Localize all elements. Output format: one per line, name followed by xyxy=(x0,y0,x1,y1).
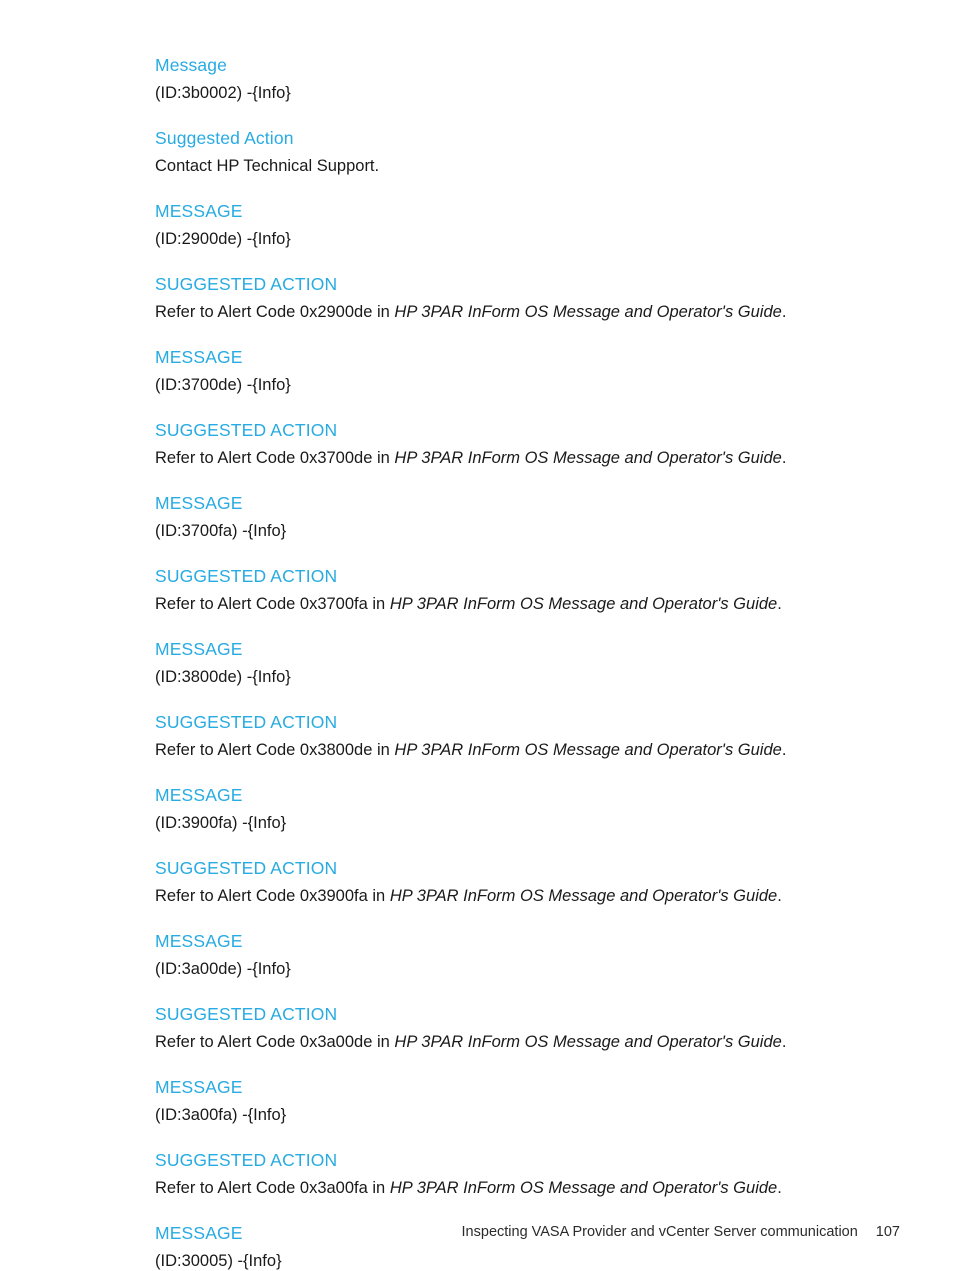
section-body-prefix: Contact HP Technical Support. xyxy=(155,157,380,175)
message-section: SUGGESTED ACTION Refer to Alert Code 0x3a… xyxy=(155,1002,855,1054)
section-body-suffix: . xyxy=(781,303,787,321)
section-body-prefix: Refer to Alert Code 0x3a00de in xyxy=(155,1033,395,1051)
section-body: Refer to Alert Code 0x3a00fa in HP 3PAR … xyxy=(155,1176,855,1200)
message-section: MESSAGE (ID:3700de) -{Info} xyxy=(155,345,855,397)
section-body: (ID:3a00de) -{Info} xyxy=(155,957,855,981)
message-section: MESSAGE (ID:2900de) -{Info} xyxy=(155,199,855,251)
message-section: SUGGESTED ACTION Refer to Alert Code 0x37… xyxy=(155,564,855,616)
guide-title-reference: HP 3PAR InForm OS Message and Operator's… xyxy=(389,887,778,905)
page-number: 107 xyxy=(875,1224,900,1240)
message-section: SUGGESTED ACTION Refer to Alert Code 0x38… xyxy=(155,710,855,762)
section-body-prefix: (ID:3900fa) -{Info} xyxy=(155,814,287,832)
section-heading: MESSAGE xyxy=(155,493,243,513)
message-section: SUGGESTED ACTION Refer to Alert Code 0x3a… xyxy=(155,1148,855,1200)
section-body-prefix: Refer to Alert Code 0x3800de in xyxy=(155,741,395,759)
page-content: Message (ID:3b0002) -{Info} Suggested Acti… xyxy=(155,53,855,1271)
section-body: (ID:3b0002) -{Info} xyxy=(155,81,855,105)
section-body: (ID:3900fa) -{Info} xyxy=(155,811,855,835)
section-body-suffix: . xyxy=(777,887,782,905)
section-heading: Suggested Action xyxy=(155,128,294,148)
message-section: MESSAGE (ID:3a00fa) -{Info} xyxy=(155,1075,855,1127)
section-body: (ID:3700fa) -{Info} xyxy=(155,519,855,543)
section-body-prefix: (ID:3a00fa) -{Info} xyxy=(155,1106,287,1124)
section-heading: SUGGESTED ACTION xyxy=(155,420,338,440)
section-body-suffix: . xyxy=(781,1033,787,1051)
section-body: (ID:30005) -{Info} xyxy=(155,1249,855,1271)
section-body: (ID:3800de) -{Info} xyxy=(155,665,855,689)
section-body: Contact HP Technical Support. xyxy=(155,154,855,178)
section-body-prefix: (ID:3700de) -{Info} xyxy=(155,376,291,394)
section-body-prefix: Refer to Alert Code 0x3900fa in xyxy=(155,887,390,905)
section-body-prefix: (ID:30005) -{Info} xyxy=(155,1252,282,1270)
section-body: Refer to Alert Code 0x2900de in HP 3PAR … xyxy=(155,300,855,324)
message-section: MESSAGE (ID:3700fa) -{Info} xyxy=(155,491,855,543)
guide-title-reference: HP 3PAR InForm OS Message and Operator's… xyxy=(394,1033,782,1051)
section-body-prefix: (ID:2900de) -{Info} xyxy=(155,230,291,248)
section-body: Refer to Alert Code 0x3700fa in HP 3PAR … xyxy=(155,592,855,616)
guide-title-reference: HP 3PAR InForm OS Message and Operator's… xyxy=(394,449,782,467)
section-heading: MESSAGE xyxy=(155,1077,243,1097)
section-heading: MESSAGE xyxy=(155,931,243,951)
section-body: Refer to Alert Code 0x3800de in HP 3PAR … xyxy=(155,738,855,762)
guide-title-reference: HP 3PAR InForm OS Message and Operator's… xyxy=(389,1179,778,1197)
section-body: Refer to Alert Code 0x3700de in HP 3PAR … xyxy=(155,446,855,470)
section-heading: MESSAGE xyxy=(155,639,243,659)
section-body-suffix: . xyxy=(777,1179,782,1197)
section-heading: SUGGESTED ACTION xyxy=(155,566,338,586)
message-section: Suggested Action Contact HP Technical Sup… xyxy=(155,126,855,178)
message-section: MESSAGE (ID:3900fa) -{Info} xyxy=(155,783,855,835)
section-heading: Message xyxy=(155,55,228,75)
section-body-prefix: Refer to Alert Code 0x2900de in xyxy=(155,303,395,321)
section-body-suffix: . xyxy=(777,595,782,613)
section-heading: SUGGESTED ACTION xyxy=(155,274,338,294)
section-body: (ID:2900de) -{Info} xyxy=(155,227,855,251)
section-heading: SUGGESTED ACTION xyxy=(155,1004,338,1024)
section-body: (ID:3700de) -{Info} xyxy=(155,373,855,397)
message-section: SUGGESTED ACTION Refer to Alert Code 0x39… xyxy=(155,856,855,908)
section-body-prefix: (ID:3b0002) -{Info} xyxy=(155,84,291,102)
section-body-prefix: Refer to Alert Code 0x3a00fa in xyxy=(155,1179,390,1197)
section-body: (ID:3a00fa) -{Info} xyxy=(155,1103,855,1127)
guide-title-reference: HP 3PAR InForm OS Message and Operator's… xyxy=(394,303,782,321)
message-section: MESSAGE (ID:3a00de) -{Info} xyxy=(155,929,855,981)
page-footer: Inspecting VASA Provider and vCenter Ser… xyxy=(155,1222,900,1242)
section-body: Refer to Alert Code 0x3900fa in HP 3PAR … xyxy=(155,884,855,908)
guide-title-reference: HP 3PAR InForm OS Message and Operator's… xyxy=(394,741,782,759)
section-body: Refer to Alert Code 0x3a00de in HP 3PAR … xyxy=(155,1030,855,1054)
section-heading: MESSAGE xyxy=(155,347,243,367)
document-page: Message (ID:3b0002) -{Info} Suggested Acti… xyxy=(0,0,954,1271)
section-body-prefix: (ID:3700fa) -{Info} xyxy=(155,522,287,540)
message-section: SUGGESTED ACTION Refer to Alert Code 0x37… xyxy=(155,418,855,470)
message-section: MESSAGE (ID:3800de) -{Info} xyxy=(155,637,855,689)
section-heading: SUGGESTED ACTION xyxy=(155,1150,338,1170)
section-body-prefix: Refer to Alert Code 0x3700fa in xyxy=(155,595,390,613)
section-heading: SUGGESTED ACTION xyxy=(155,712,338,732)
section-body-prefix: Refer to Alert Code 0x3700de in xyxy=(155,449,395,467)
section-body-suffix: . xyxy=(781,741,787,759)
section-heading: SUGGESTED ACTION xyxy=(155,858,338,878)
section-heading: MESSAGE xyxy=(155,201,243,221)
section-heading: MESSAGE xyxy=(155,785,243,805)
footer-title: Inspecting VASA Provider and vCenter Ser… xyxy=(461,1224,858,1240)
guide-title-reference: HP 3PAR InForm OS Message and Operator's… xyxy=(389,595,778,613)
message-section: Message (ID:3b0002) -{Info} xyxy=(155,53,855,105)
message-section: SUGGESTED ACTION Refer to Alert Code 0x29… xyxy=(155,272,855,324)
section-body-prefix: (ID:3800de) -{Info} xyxy=(155,668,291,686)
section-body-suffix: . xyxy=(781,449,787,467)
section-body-prefix: (ID:3a00de) -{Info} xyxy=(155,960,291,978)
